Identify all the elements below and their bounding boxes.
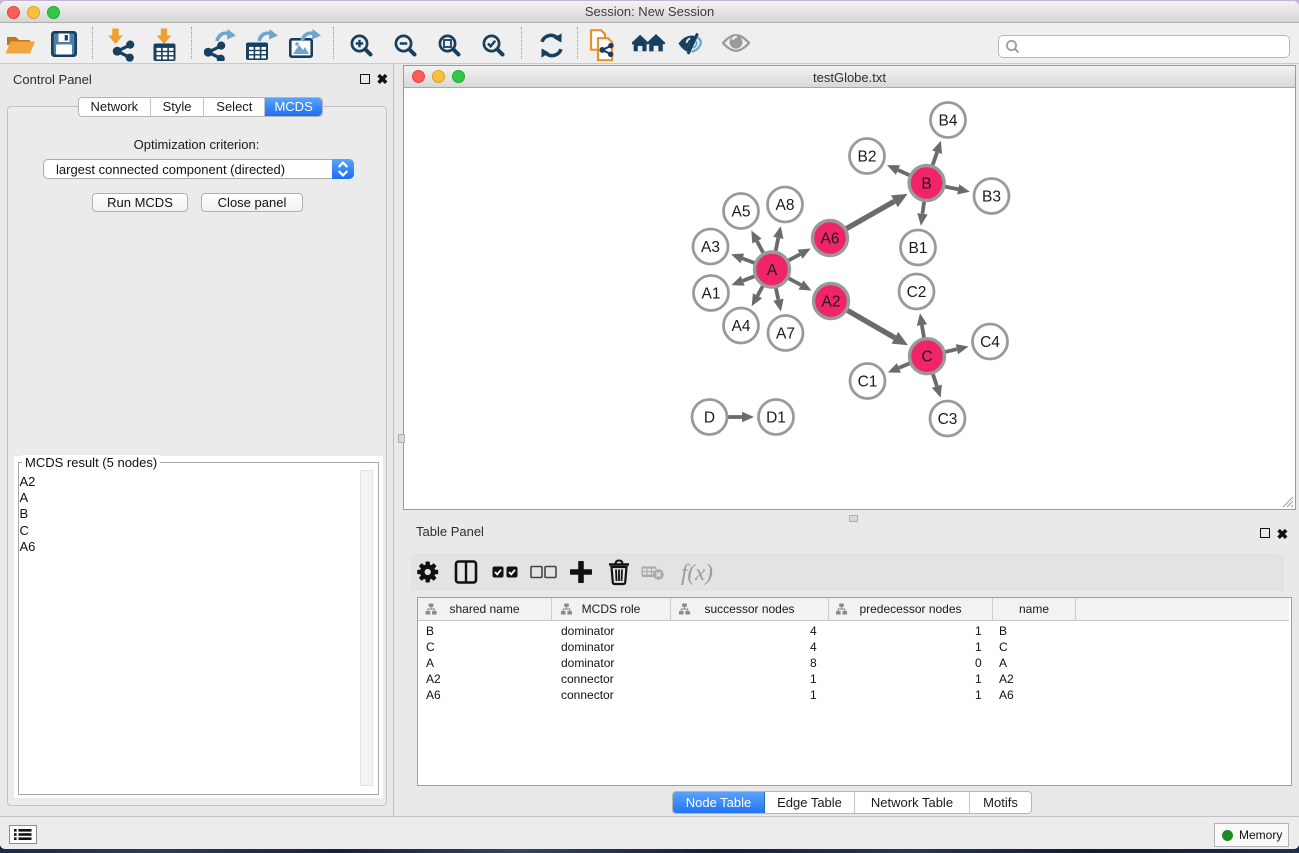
svg-text:A4: A4 bbox=[732, 318, 751, 335]
svg-text:D1: D1 bbox=[766, 410, 786, 427]
svg-text:A6: A6 bbox=[821, 231, 840, 248]
svg-text:A: A bbox=[767, 262, 778, 279]
svg-text:B1: B1 bbox=[909, 240, 928, 257]
svg-text:A3: A3 bbox=[701, 239, 720, 256]
svg-text:A7: A7 bbox=[776, 326, 795, 343]
svg-text:A2: A2 bbox=[822, 294, 841, 311]
svg-text:A5: A5 bbox=[732, 204, 751, 221]
svg-text:f(x): f(x) bbox=[681, 560, 713, 585]
svg-text:C2: C2 bbox=[907, 284, 927, 301]
svg-text:C1: C1 bbox=[858, 374, 878, 391]
svg-text:C4: C4 bbox=[980, 334, 1000, 351]
svg-text:B: B bbox=[921, 176, 931, 193]
svg-text:B4: B4 bbox=[939, 113, 958, 130]
svg-text:B3: B3 bbox=[982, 189, 1001, 206]
svg-text:C: C bbox=[921, 349, 932, 366]
svg-text:A8: A8 bbox=[776, 197, 795, 214]
svg-text:D: D bbox=[704, 410, 715, 427]
svg-text:A1: A1 bbox=[702, 286, 721, 303]
svg-text:B2: B2 bbox=[858, 149, 877, 166]
svg-text:C3: C3 bbox=[938, 411, 958, 428]
